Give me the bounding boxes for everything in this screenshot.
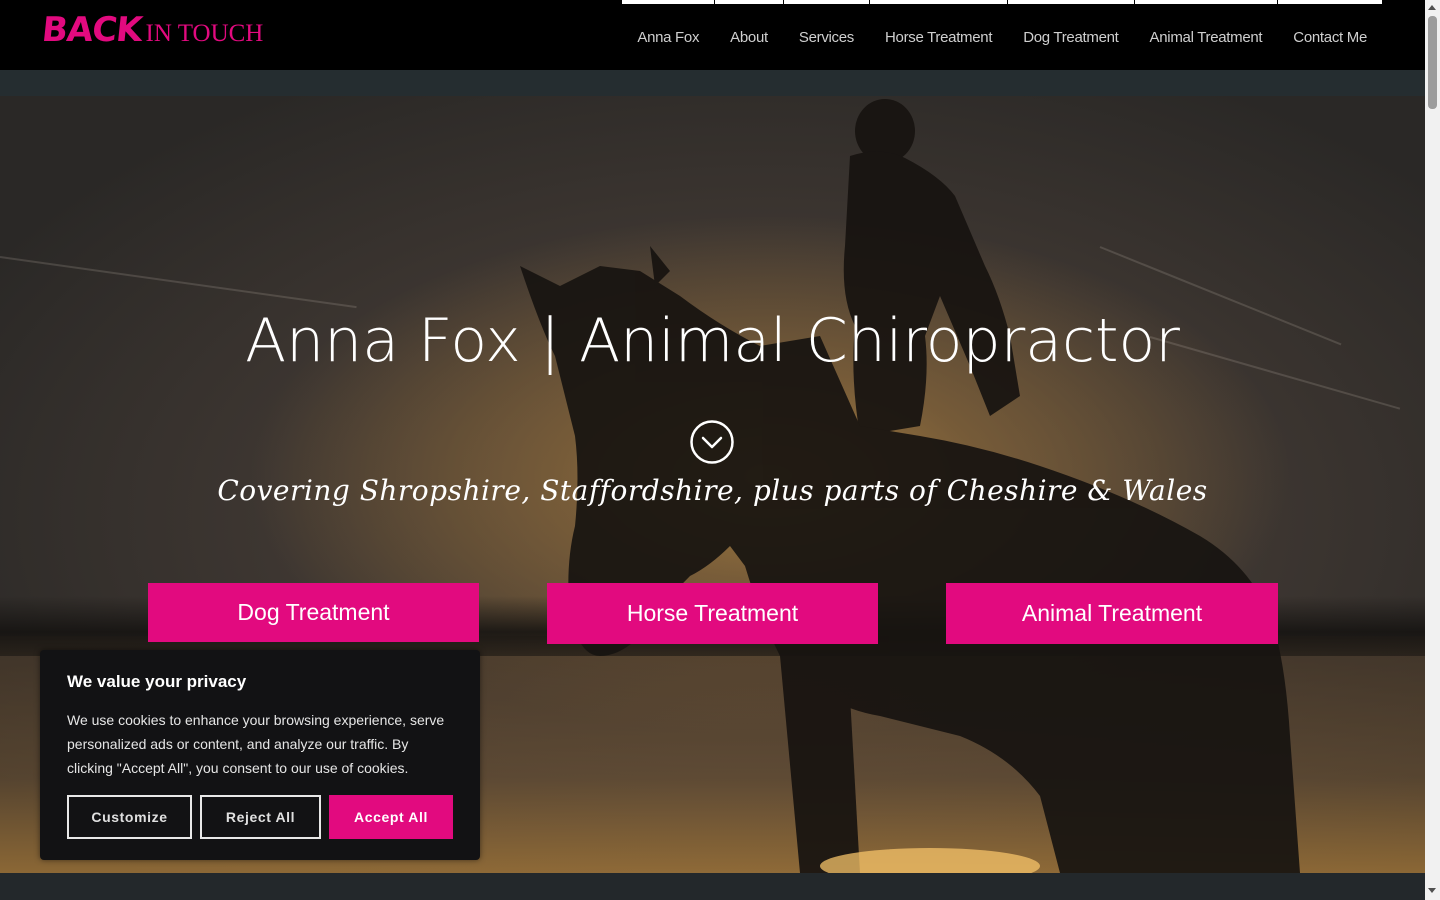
chevron-down-circle-icon[interactable] [690,420,734,464]
hero-title: Anna Fox | Animal Chiropractor [245,306,1180,376]
scroll-up-arrow-icon[interactable] [1428,5,1436,10]
horse-treatment-button[interactable]: Horse Treatment [547,583,878,644]
page: BACK IN TOUCH Anna Fox About Services Ho… [0,0,1425,900]
scroll-down-arrow-icon[interactable] [1428,888,1436,893]
cookie-consent-banner: We value your privacy We use cookies to … [40,650,480,860]
scrollbar-thumb[interactable] [1428,16,1437,109]
site-header: BACK IN TOUCH Anna Fox About Services Ho… [0,0,1425,70]
nav-item-dog-treatment[interactable]: Dog Treatment [1008,0,1134,70]
nav-item-about[interactable]: About [715,0,783,70]
nav-item-contact-me[interactable]: Contact Me [1278,0,1382,70]
reject-all-button[interactable]: Reject All [200,795,321,839]
nav-item-horse-treatment[interactable]: Horse Treatment [870,0,1008,70]
customize-button[interactable]: Customize [67,795,192,839]
hero-subtitle: Covering Shropshire, Staffordshire, plus… [217,474,1208,507]
cookie-banner-title: We value your privacy [67,672,247,691]
page-scrollbar[interactable] [1425,0,1440,900]
animal-treatment-button[interactable]: Animal Treatment [946,583,1278,644]
dog-treatment-button[interactable]: Dog Treatment [148,583,479,642]
header-spacer-band [0,70,1425,96]
site-logo[interactable]: BACK IN TOUCH [39,10,264,50]
accept-all-button[interactable]: Accept All [329,795,453,839]
nav-item-animal-treatment[interactable]: Animal Treatment [1134,0,1278,70]
cookie-banner-text: We use cookies to enhance your browsing … [67,712,445,776]
logo-text: IN TOUCH [145,20,264,47]
main-nav: Anna Fox About Services Horse Treatment … [621,0,1382,70]
logo-bold-text: BACK [39,10,144,50]
nav-item-services[interactable]: Services [783,0,869,70]
nav-item-anna-fox[interactable]: Anna Fox [622,0,715,70]
cookie-banner-actions: Customize Reject All Accept All [67,795,461,839]
